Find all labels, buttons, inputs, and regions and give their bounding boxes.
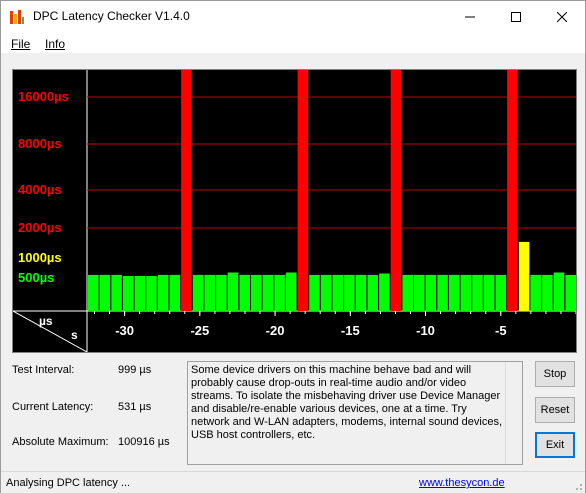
exit-button[interactable]: Exit (535, 432, 575, 458)
app-window: DPC Latency Checker V1.4.0 File Info 160… (0, 0, 586, 493)
latency-bar (460, 274, 472, 311)
latency-bar (216, 274, 227, 311)
y-tick-label: 4000µs (18, 182, 62, 197)
latency-bar (448, 274, 460, 311)
latency-bar (344, 274, 355, 311)
menu-info-label: Info (45, 37, 66, 51)
app-icon (10, 10, 24, 24)
x-tick-label: -25 (190, 323, 209, 338)
latency-bar (99, 274, 111, 311)
latency-bar (88, 274, 99, 311)
latency-bar (251, 274, 262, 311)
status-text: Analysing DPC latency ... (6, 477, 131, 489)
latency-bar (320, 274, 332, 311)
latency-bar (437, 274, 448, 311)
latency-bar (553, 272, 565, 311)
latency-bar (472, 274, 483, 311)
y-tick-label: 2000µs (18, 220, 62, 235)
latency-bar (332, 274, 344, 311)
info-textbox[interactable]: Some device drivers on this machine beha… (187, 361, 523, 465)
resize-grip-icon[interactable] (573, 481, 583, 491)
x-tick-label: -20 (266, 323, 285, 338)
latency-bar (414, 274, 425, 311)
latency-bar (495, 274, 507, 311)
latency-bar (309, 274, 320, 311)
website-link[interactable]: www.thesycon.de (419, 477, 505, 489)
latency-bar (507, 70, 518, 311)
status-bar: Analysing DPC latency ... www.thesycon.d… (1, 471, 585, 493)
reset-button[interactable]: Reset (535, 397, 575, 423)
latency-bar (192, 274, 204, 311)
latency-bar (169, 274, 181, 311)
latency-bar (239, 274, 250, 311)
unit-bottom-label: s (71, 328, 78, 342)
menu-file[interactable]: File (11, 37, 30, 51)
maximize-icon (511, 11, 521, 22)
absolute-max-value: 100916 µs (118, 436, 170, 448)
latency-bar (181, 70, 192, 311)
latency-bar (274, 274, 285, 311)
info-scrollbar[interactable] (505, 362, 522, 464)
current-latency-label: Current Latency: (12, 401, 94, 413)
test-interval-value: 999 µs (118, 364, 152, 376)
latency-bar (111, 274, 122, 311)
menu-file-label: File (11, 37, 31, 51)
info-text: Some device drivers on this machine beha… (191, 364, 503, 441)
y-tick-label: 1000µs (18, 250, 62, 265)
latency-bar (402, 274, 413, 311)
latency-bar (483, 274, 495, 311)
latency-bar (146, 276, 157, 311)
title-bar[interactable]: DPC Latency Checker V1.4.0 (1, 1, 585, 32)
current-latency-value: 531 µs (118, 401, 152, 413)
latency-bar (204, 274, 215, 311)
y-tick-label: 16000µs (18, 89, 69, 104)
maximize-button[interactable] (493, 1, 539, 32)
window-title: DPC Latency Checker V1.4.0 (33, 9, 190, 23)
menu-info[interactable]: Info (45, 37, 65, 51)
x-tick-label: -30 (115, 323, 134, 338)
latency-bar (367, 274, 378, 311)
latency-chart: 16000µs 8000µs 4000µs 2000µs 1000µs 500µs µs s -… (12, 69, 577, 353)
close-button[interactable] (539, 1, 585, 32)
latency-bar (122, 276, 134, 311)
latency-bar (134, 276, 146, 311)
latency-bar (297, 70, 309, 311)
latency-bar (285, 272, 297, 311)
x-tick-label: -5 (495, 323, 507, 338)
latency-bar (390, 70, 402, 311)
latency-bar (157, 274, 169, 311)
x-tick-label: -15 (341, 323, 360, 338)
test-interval-label: Test Interval: (12, 364, 75, 376)
latency-bar (379, 273, 390, 311)
y-tick-label: 8000µs (18, 136, 62, 151)
close-icon (557, 11, 567, 22)
minimize-icon (465, 16, 475, 17)
latency-bar (518, 241, 530, 311)
stop-button[interactable]: Stop (535, 361, 575, 387)
x-tick-label: -10 (416, 323, 435, 338)
y-tick-label: 500µs (18, 270, 54, 285)
menu-bar: File Info (1, 32, 585, 54)
latency-bar (227, 272, 239, 311)
latency-bar (565, 274, 576, 311)
latency-bar (262, 274, 274, 311)
latency-bar (530, 274, 541, 311)
absolute-max-label: Absolute Maximum: (12, 436, 109, 448)
latency-bar (355, 274, 367, 311)
latency-bar (542, 274, 553, 311)
latency-bar (425, 274, 437, 311)
minimize-button[interactable] (447, 1, 493, 32)
latency-chart-svg: 16000µs 8000µs 4000µs 2000µs 1000µs 500µs µs s -… (13, 70, 576, 352)
unit-top-label: µs (39, 314, 53, 328)
